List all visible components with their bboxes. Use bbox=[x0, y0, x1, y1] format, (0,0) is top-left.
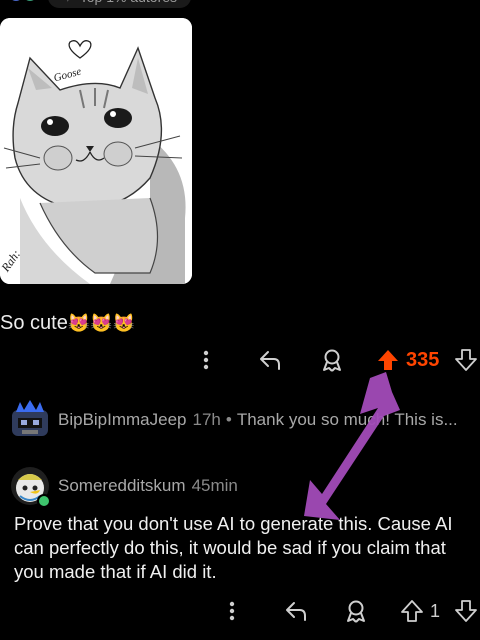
upvote-icon[interactable] bbox=[398, 597, 426, 625]
award-icon[interactable] bbox=[342, 597, 370, 625]
reply-age: 17h bbox=[192, 410, 221, 429]
reply-icon[interactable] bbox=[256, 346, 284, 374]
more-icon[interactable] bbox=[196, 346, 216, 374]
downvote-icon[interactable] bbox=[452, 597, 480, 625]
online-indicator bbox=[37, 494, 51, 508]
comment-text: So cute😻😻😻 bbox=[0, 312, 135, 335]
reply-preview: Thank you so much! This is... bbox=[236, 410, 458, 429]
reply-username[interactable]: BipBipImmaJeep bbox=[58, 410, 187, 430]
more-icon[interactable] bbox=[222, 597, 242, 625]
reply-header: Someredditskum 45min bbox=[10, 466, 480, 508]
reply-body: Prove that you don't use AI to generate … bbox=[14, 513, 453, 582]
comment-text-label: So cute bbox=[0, 312, 68, 334]
badge-label: Top 1% autores bbox=[80, 0, 177, 8]
upvote-count: 1 bbox=[430, 600, 441, 621]
comment-action-bar: 335 bbox=[0, 346, 480, 374]
reply-username[interactable]: Someredditskum bbox=[58, 476, 186, 496]
cat-drawing: Goose Rah: bbox=[0, 18, 192, 284]
achievement-badge[interactable]: ✦ Top 1% autores bbox=[48, 0, 192, 8]
top-strip: ✦ Top 1% autores bbox=[0, 0, 480, 12]
downvote-icon[interactable] bbox=[452, 346, 480, 374]
reply-age: 45min bbox=[191, 476, 238, 495]
reply-action-bar: 1 bbox=[0, 597, 480, 625]
avatar-stack bbox=[8, 0, 48, 8]
upvote-icon[interactable] bbox=[374, 346, 402, 374]
avatar[interactable] bbox=[10, 466, 51, 508]
award-icon[interactable] bbox=[318, 346, 346, 374]
reply-collapsed[interactable]: BipBipImmaJeep 17h • Thank you so much! … bbox=[10, 400, 480, 440]
meta-separator: • bbox=[225, 410, 232, 429]
badge-icon: ✦ bbox=[62, 0, 74, 8]
comment-image[interactable]: Goose Rah: bbox=[0, 18, 192, 284]
reply-icon[interactable] bbox=[282, 597, 310, 625]
upvote-count: 335 bbox=[406, 348, 440, 371]
avatar[interactable] bbox=[10, 400, 50, 440]
comment-emojis: 😻😻😻 bbox=[67, 313, 136, 333]
